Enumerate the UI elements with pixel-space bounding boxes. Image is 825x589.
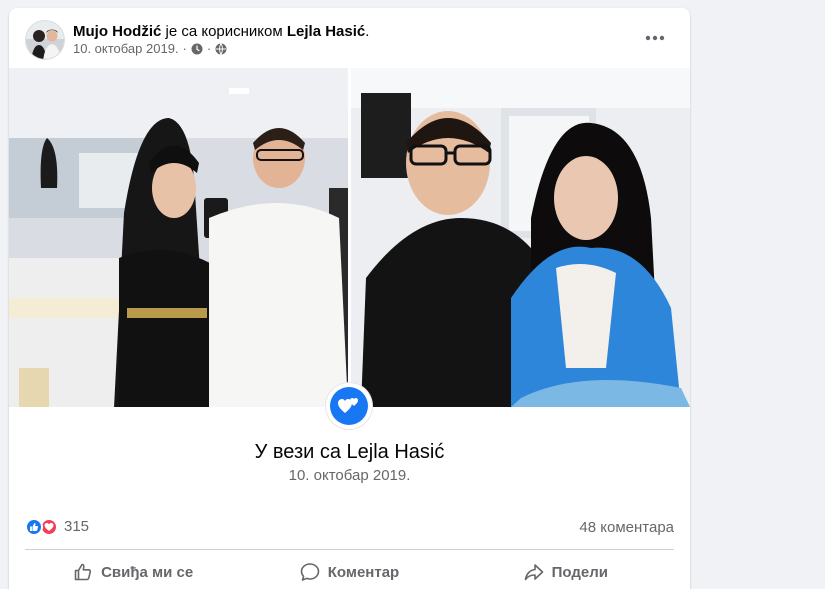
- relationship-badge: [326, 383, 372, 429]
- post-author-line: Mujo Hodžić је са корисником Lejla Hasić…: [73, 22, 369, 41]
- meta-separator: ·: [206, 41, 212, 56]
- relationship-title: У вези са Lejla Hasić: [254, 441, 445, 463]
- more-dots-icon[interactable]: [639, 26, 671, 50]
- reactions-count: 315: [64, 518, 90, 535]
- like-icon: [25, 518, 43, 536]
- relationship-date: 10. октобар 2019.: [288, 467, 411, 484]
- meta-separator: ·: [182, 41, 187, 56]
- photo-left[interactable]: [9, 68, 348, 407]
- comment-bubble-icon: [300, 562, 320, 582]
- author-line-period: .: [365, 23, 370, 40]
- like-button-label: Свиђа ми се: [101, 563, 194, 581]
- tag-connector: је са корисником: [161, 23, 287, 40]
- post-card: Mujo Hodžić је са корисником Lejla Hasić…: [9, 8, 690, 589]
- share-button-label: Подели: [551, 563, 608, 581]
- comments-count[interactable]: 48 коментара: [579, 519, 674, 537]
- post-photos: [9, 68, 690, 407]
- post-date[interactable]: 10. октобар 2019.: [73, 41, 179, 57]
- photo-right[interactable]: [351, 68, 690, 407]
- post-actions: Свиђа ми се Коментар Подели: [25, 554, 674, 589]
- thumbs-up-icon: [73, 562, 93, 582]
- post-stats: 315 48 коментара: [25, 518, 674, 540]
- reactions-summary[interactable]: 315: [25, 518, 89, 536]
- post-meta: 10. октобар 2019. · ·: [73, 41, 227, 57]
- comment-button[interactable]: Коментар: [241, 554, 457, 589]
- stats-divider: [25, 549, 674, 550]
- clock-icon: [191, 43, 203, 55]
- post-header: Mujo Hodžić је са корисником Lejla Hasić…: [9, 8, 690, 68]
- tagged-name[interactable]: Lejla Hasić: [287, 23, 365, 40]
- hearts-icon: [330, 387, 368, 425]
- author-avatar[interactable]: [25, 20, 65, 60]
- author-name[interactable]: Mujo Hodžić: [73, 23, 161, 40]
- comment-button-label: Коментар: [327, 563, 400, 581]
- share-button[interactable]: Подели: [458, 554, 674, 589]
- share-arrow-icon: [524, 562, 544, 582]
- globe-icon[interactable]: [215, 43, 227, 55]
- like-button[interactable]: Свиђа ми се: [25, 554, 241, 589]
